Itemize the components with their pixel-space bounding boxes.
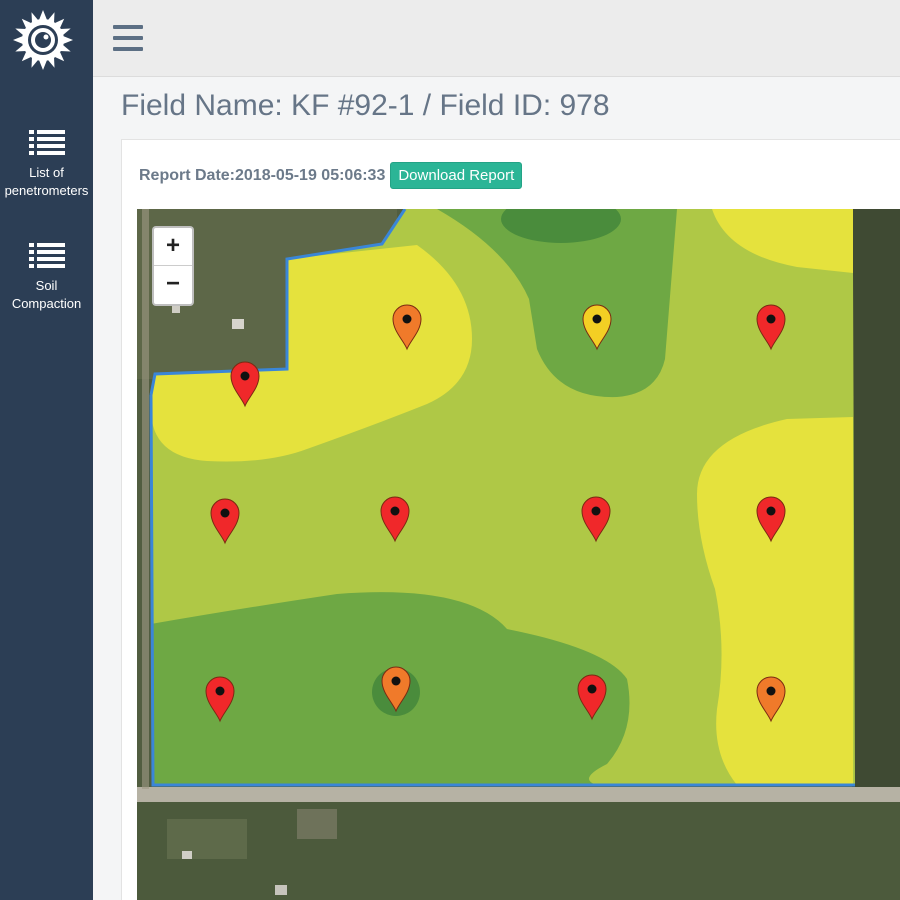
zoom-in-button[interactable]: + <box>154 228 192 266</box>
zoom-out-button[interactable]: − <box>154 266 192 304</box>
page-title: Field Name: KF #92-1 / Field ID: 978 <box>121 89 610 122</box>
list-icon <box>28 243 65 268</box>
report-date: Report Date:2018-05-19 05:06:33 <box>139 166 386 184</box>
field-map[interactable] <box>137 209 900 900</box>
sun-gear-logo[interactable] <box>11 8 75 72</box>
sidebar-item-label: List of <box>29 165 64 180</box>
sidebar-item-label: Compaction <box>11 296 82 311</box>
sidebar: List of penetrometers Soil Compaction <box>0 0 93 900</box>
top-bar <box>93 0 900 77</box>
map-canvas[interactable] <box>137 209 900 900</box>
zoom-control: + − <box>152 226 194 306</box>
sidebar-item-label: penetrometers <box>4 183 89 198</box>
list-icon <box>28 130 65 155</box>
sidebar-item-soil-compaction[interactable]: Soil Compaction <box>0 241 93 313</box>
hamburger-icon[interactable] <box>113 25 143 51</box>
download-report-button[interactable]: Download Report <box>390 162 523 189</box>
sidebar-item-label: Soil <box>35 278 58 293</box>
sidebar-item-penetrometers[interactable]: List of penetrometers <box>0 128 93 200</box>
